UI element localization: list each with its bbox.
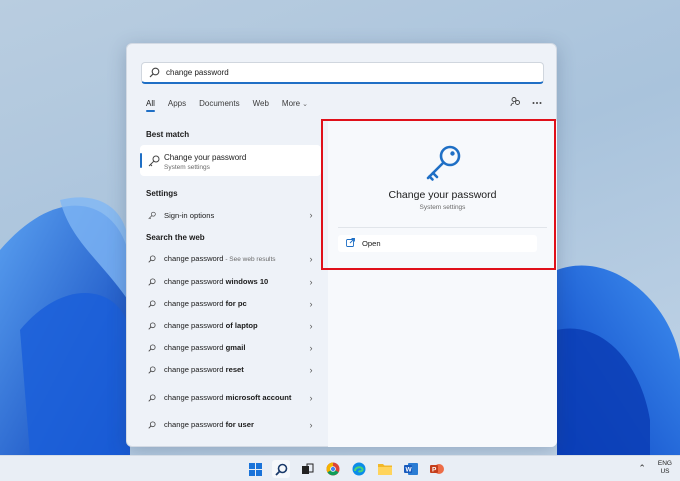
chevron-right-icon: ›	[309, 299, 313, 309]
panel-tools	[510, 96, 542, 109]
best-match-subtitle: System settings	[164, 164, 210, 171]
search-icon	[149, 67, 160, 78]
section-settings: Settings	[146, 189, 178, 198]
web-result-item[interactable]: change password for user ›	[140, 415, 321, 435]
settings-item-sign-in-options[interactable]: Sign-in options ›	[140, 205, 321, 225]
tab-apps[interactable]: Apps	[168, 99, 186, 108]
web-result-prefix: change password	[164, 299, 226, 308]
edge-icon[interactable]	[350, 460, 368, 478]
web-result-item[interactable]: change password - See web results ›	[140, 249, 321, 269]
chevron-down-icon: ⌄	[302, 101, 309, 108]
chevron-right-icon: ›	[309, 343, 313, 353]
chevron-up-icon[interactable]: ⌃	[638, 463, 646, 474]
best-match-item[interactable]: Change your password System settings	[140, 145, 321, 176]
web-result-bold: for pc	[225, 299, 247, 308]
best-match-title: Change your password	[164, 153, 247, 162]
web-result-item[interactable]: change password reset ›	[140, 360, 321, 380]
web-result-item[interactable]: change password of laptop ›	[140, 316, 321, 336]
web-result-prefix: change password	[164, 420, 226, 429]
search-icon	[140, 365, 156, 375]
web-result-text: change password windows 10	[164, 276, 305, 288]
search-input[interactable]	[166, 68, 466, 77]
web-result-item[interactable]: change password windows 10 ›	[140, 272, 321, 292]
key-icon	[140, 210, 156, 221]
chevron-right-icon: ›	[309, 365, 313, 375]
account-switch-icon[interactable]	[510, 96, 521, 109]
web-result-item[interactable]: change password gmail ›	[140, 338, 321, 358]
search-icon	[140, 299, 156, 309]
search-icon	[140, 321, 156, 331]
web-result-bold: of laptop	[225, 321, 258, 330]
tab-documents[interactable]: Documents	[199, 99, 239, 108]
key-icon	[148, 155, 160, 169]
web-result-prefix: change password	[164, 343, 226, 352]
web-result-text: change password of laptop	[164, 320, 305, 332]
chevron-right-icon: ›	[309, 321, 313, 331]
web-result-bold: windows 10	[225, 277, 269, 286]
web-result-text: change password microsoft account	[164, 392, 305, 404]
web-result-prefix: change password	[164, 321, 226, 330]
file-explorer-icon[interactable]	[376, 460, 394, 478]
chrome-icon[interactable]	[324, 460, 342, 478]
web-result-item[interactable]: change password microsoft account ›	[140, 384, 321, 412]
search-icon	[140, 420, 156, 430]
chevron-right-icon: ›	[309, 393, 313, 403]
web-result-prefix: change password	[164, 393, 226, 402]
web-result-item[interactable]: change password for pc ›	[140, 294, 321, 314]
svg-text:P: P	[432, 467, 437, 474]
web-result-text: change password for pc	[164, 298, 305, 310]
web-result-prefix: change password	[164, 254, 224, 263]
web-result-prefix: change password	[164, 277, 226, 286]
system-tray: ⌃ ENG US	[638, 460, 672, 476]
web-result-bold: for user	[225, 420, 254, 429]
tab-more-label: More	[281, 99, 301, 108]
search-icon[interactable]	[272, 460, 290, 478]
tab-more[interactable]: More ⌄	[282, 99, 308, 108]
lang-line2: US	[660, 468, 670, 475]
web-result-bold: gmail	[225, 343, 246, 352]
language-indicator[interactable]: ENG US	[658, 460, 672, 476]
task-view-icon[interactable]	[298, 460, 316, 478]
windows-start-icon[interactable]	[246, 460, 264, 478]
web-result-text: change password gmail	[164, 342, 305, 354]
web-result-text: change password - See web results	[164, 253, 305, 265]
web-result-suffix: - See web results	[223, 256, 276, 263]
chevron-right-icon: ›	[309, 420, 313, 430]
section-search-web: Search the web	[146, 233, 205, 242]
filter-tabs: All Apps Documents Web More ⌄	[146, 99, 321, 112]
section-best-match: Best match	[146, 130, 190, 139]
chevron-right-icon: ›	[309, 254, 313, 264]
search-icon	[140, 393, 156, 403]
more-options-icon[interactable]	[532, 98, 542, 107]
svg-text:W: W	[406, 467, 413, 474]
settings-item-label: Sign-in options	[164, 210, 215, 220]
chevron-right-icon: ›	[309, 210, 313, 220]
search-icon	[140, 343, 156, 353]
search-box[interactable]	[141, 62, 544, 84]
web-result-bold: reset	[225, 365, 244, 374]
tab-all[interactable]: All	[146, 99, 155, 112]
search-icon	[140, 254, 156, 264]
chevron-right-icon: ›	[309, 277, 313, 287]
word-icon[interactable]: W	[402, 460, 420, 478]
selection-indicator	[140, 153, 142, 168]
tab-web[interactable]: Web	[253, 99, 269, 108]
annotation-highlight-box	[321, 119, 556, 270]
web-result-text: change password reset	[164, 364, 305, 376]
web-result-text: change password for user	[164, 419, 305, 431]
lang-line1: ENG	[657, 460, 672, 467]
web-result-prefix: change password	[164, 365, 226, 374]
web-result-bold: microsoft account	[225, 393, 292, 402]
taskbar: W P ⌃ ENG US	[0, 455, 680, 481]
search-icon	[140, 277, 156, 287]
taskbar-apps: W P	[246, 460, 446, 478]
powerpoint-icon[interactable]: P	[428, 460, 446, 478]
